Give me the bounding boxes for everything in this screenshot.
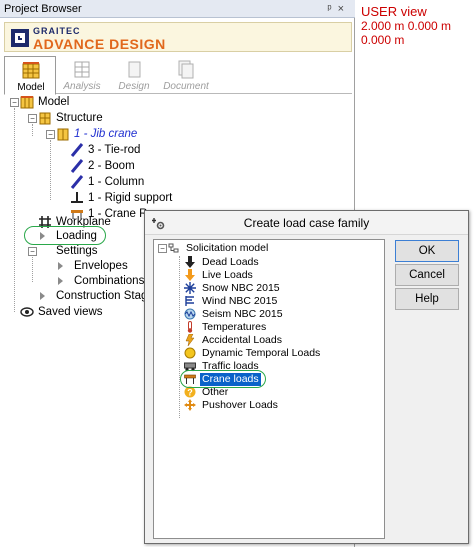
highlight-ring <box>180 370 266 388</box>
tree-label: 3 - Tie-rod <box>88 144 141 156</box>
tree-connector <box>32 252 33 282</box>
seism-icon <box>184 308 196 320</box>
load-label: Temperatures <box>202 321 267 333</box>
folder-tree-icon <box>168 243 179 253</box>
tree-label: Model <box>38 96 70 108</box>
load-label: Accidental Loads <box>202 334 282 346</box>
tree-label: 1 - Rigid support <box>88 192 173 204</box>
load-label: Pushover Loads <box>202 399 278 411</box>
arrow-down-orange-icon <box>185 269 195 281</box>
bar-icon <box>70 159 84 173</box>
model-icon <box>20 96 34 109</box>
logo-brand: GRAITEC <box>33 26 81 36</box>
pin-icon[interactable]: ᵖ <box>327 3 337 15</box>
support-icon <box>71 192 83 203</box>
load-label: Dead Loads <box>202 256 259 268</box>
panel-title: Project Browser <box>0 0 355 18</box>
graitec-logo-icon <box>11 29 29 47</box>
pushover-icon <box>184 399 196 411</box>
logo-product: ADVANCE DESIGN <box>33 36 166 52</box>
eye-icon <box>20 307 34 317</box>
dialog-titlebar: Create load case family <box>145 211 468 235</box>
ok-button[interactable]: OK <box>395 240 459 262</box>
tree-connector <box>50 140 51 200</box>
structure-icon <box>39 112 51 125</box>
structure-icon <box>57 128 69 141</box>
tab-model-label: Model <box>17 82 45 93</box>
expand-arrow-icon[interactable] <box>58 262 63 270</box>
help-button[interactable]: Help <box>395 288 459 310</box>
bar-icon <box>70 175 84 189</box>
tree-label: Combinations <box>74 275 145 287</box>
tab-analysis-label: Analysis <box>63 81 101 92</box>
panel-controls: ᵖ× <box>327 0 350 18</box>
collapse-toggle[interactable]: − <box>10 98 19 107</box>
temperature-icon <box>187 321 193 333</box>
create-load-case-family-dialog: Create load case family − Solicitation m… <box>144 210 469 544</box>
analysis-icon <box>74 61 90 78</box>
tree-label: Saved views <box>38 306 103 318</box>
tree-label: 1 - Jib crane <box>74 128 138 140</box>
dialog-title: Create load case family <box>243 216 370 230</box>
wind-icon <box>185 296 194 306</box>
load-label: Seism NBC 2015 <box>202 308 283 320</box>
load-label: Dynamic Temporal Loads <box>202 347 321 359</box>
tab-model[interactable]: Model <box>4 56 56 95</box>
design-icon <box>128 61 141 78</box>
highlight-ring <box>24 226 106 245</box>
document-icon <box>178 60 194 79</box>
tree-label: 1 - Column <box>88 176 145 188</box>
dynamic-icon <box>184 347 196 359</box>
accidental-icon <box>185 334 195 346</box>
tree-connector <box>179 256 180 418</box>
tree-label: 2 - Boom <box>88 160 135 172</box>
tab-design[interactable]: Design <box>108 56 160 94</box>
tree-label: Envelopes <box>74 260 128 272</box>
collapse-toggle[interactable]: − <box>28 247 37 256</box>
close-icon[interactable]: × <box>338 3 350 15</box>
cancel-button[interactable]: Cancel <box>395 264 459 286</box>
expand-arrow-icon[interactable] <box>40 292 45 300</box>
tab-document-label: Document <box>163 81 209 92</box>
product-logo: GRAITEC ADVANCE DESIGN <box>4 22 352 52</box>
load-label: Snow NBC 2015 <box>202 282 280 294</box>
load-family-tree[interactable]: − Solicitation model Dead Loads Live Loa… <box>153 239 385 539</box>
browser-tabs: Model Analysis Design Document <box>4 56 352 95</box>
bar-icon <box>70 143 84 157</box>
arrow-down-icon <box>185 256 195 268</box>
svg-text:?: ? <box>187 388 193 398</box>
load-label: Wind NBC 2015 <box>202 295 278 307</box>
cursor-coordinates: 2.000 m 0.000 m 0.000 m <box>361 19 452 47</box>
tab-analysis[interactable]: Analysis <box>56 56 108 94</box>
tree-connector <box>32 124 33 136</box>
expand-arrow-icon[interactable] <box>58 277 63 285</box>
collapse-toggle[interactable]: − <box>46 130 55 139</box>
model-icon <box>22 62 40 79</box>
tree-label: Solicitation model <box>186 242 269 254</box>
tree-label: Structure <box>56 112 103 124</box>
panel-title-text: Project Browser <box>4 3 82 15</box>
snowflake-icon <box>184 282 196 294</box>
collapse-toggle[interactable]: − <box>158 244 167 253</box>
tree-connector <box>14 108 15 312</box>
tab-document[interactable]: Document <box>160 56 212 94</box>
tab-design-label: Design <box>118 81 150 92</box>
tree-label: Settings <box>56 245 98 257</box>
load-label: Live Loads <box>202 269 253 281</box>
view-name: USER view <box>361 4 427 19</box>
collapse-toggle[interactable]: − <box>28 114 37 123</box>
